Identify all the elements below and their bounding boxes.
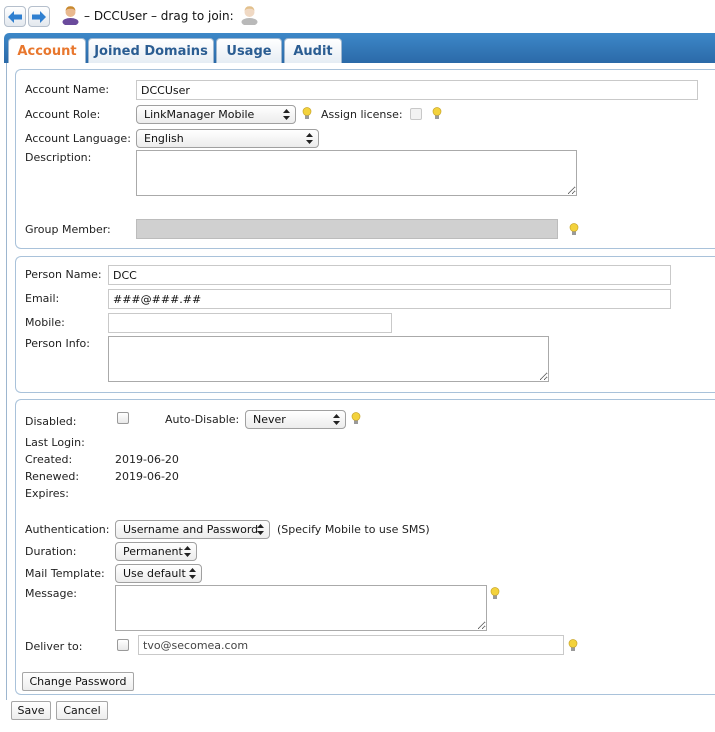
tab-strip: Account Joined Domains Usage Audit	[4, 33, 715, 64]
account-role-label: Account Role:	[25, 108, 101, 121]
account-form: Account Name: Account Role: LinkManager …	[6, 63, 715, 700]
duration-select[interactable]: Permanent	[115, 542, 197, 561]
deliver-to-input[interactable]	[138, 635, 564, 655]
assign-license-checkbox[interactable]	[410, 108, 422, 120]
created-label: Created:	[25, 453, 73, 466]
assign-license-label: Assign license:	[321, 108, 403, 121]
select-arrows-icon	[257, 524, 264, 535]
select-arrows-icon	[283, 109, 290, 120]
authentication-hint: (Specify Mobile to use SMS)	[277, 523, 430, 536]
select-arrows-icon	[333, 414, 340, 425]
email-input[interactable]	[108, 289, 671, 309]
mobile-label: Mobile:	[25, 316, 65, 329]
account-name-label: Account Name:	[25, 83, 110, 96]
disabled-checkbox[interactable]	[117, 412, 129, 424]
mail-template-value: Use default	[123, 567, 186, 580]
message-help-lightbulb-icon[interactable]	[490, 587, 500, 600]
window-title: – DCCUser – drag to join:	[84, 9, 234, 23]
group-member-field	[136, 219, 558, 239]
account-name-input[interactable]	[136, 80, 698, 100]
forward-arrow-icon	[32, 10, 46, 23]
renewed-value: 2019-06-20	[115, 470, 179, 483]
duration-label: Duration:	[25, 545, 77, 558]
tab-account[interactable]: Account	[8, 38, 86, 64]
change-password-button[interactable]: Change Password	[22, 672, 134, 691]
select-arrows-icon	[306, 133, 313, 144]
account-language-label: Account Language:	[25, 132, 131, 145]
role-help-lightbulb-icon[interactable]	[302, 107, 312, 120]
account-panel: Account Name: Account Role: LinkManager …	[15, 69, 715, 249]
person-name-input[interactable]	[108, 265, 671, 285]
tab-joined-domains[interactable]: Joined Domains	[88, 38, 214, 63]
select-arrows-icon	[184, 546, 191, 557]
top-bar: – DCCUser – drag to join:	[0, 0, 715, 34]
account-language-value: English	[144, 132, 184, 145]
account-language-select[interactable]: English	[136, 129, 319, 148]
description-textarea[interactable]	[136, 150, 577, 196]
last-login-label: Last Login:	[25, 436, 85, 449]
select-arrows-icon	[189, 568, 196, 579]
auto-disable-label: Auto-Disable:	[165, 413, 240, 426]
license-help-lightbulb-icon[interactable]	[432, 107, 442, 120]
mail-template-label: Mail Template:	[25, 567, 105, 580]
person-info-textarea[interactable]	[108, 336, 549, 382]
authentication-label: Authentication:	[25, 523, 110, 536]
save-button[interactable]: Save	[11, 701, 51, 720]
renewed-label: Renewed:	[25, 470, 80, 483]
group-help-lightbulb-icon[interactable]	[569, 223, 579, 236]
authentication-select[interactable]: Username and Password	[115, 520, 270, 539]
message-textarea[interactable]	[115, 585, 487, 631]
auto-disable-select[interactable]: Never	[245, 410, 346, 429]
tab-audit[interactable]: Audit	[284, 38, 342, 63]
auto-disable-help-lightbulb-icon[interactable]	[351, 412, 361, 425]
tab-usage[interactable]: Usage	[216, 38, 282, 63]
user-icon	[62, 6, 79, 25]
cancel-button[interactable]: Cancel	[56, 701, 108, 720]
account-role-select[interactable]: LinkManager Mobile	[136, 105, 296, 124]
person-name-label: Person Name:	[25, 268, 102, 281]
back-button[interactable]	[4, 6, 26, 27]
group-member-label: Group Member:	[25, 223, 111, 236]
message-label: Message:	[25, 587, 77, 600]
mail-template-select[interactable]: Use default	[115, 564, 202, 583]
person-info-label: Person Info:	[25, 337, 90, 350]
deliver-to-label: Deliver to:	[25, 640, 83, 653]
forward-button[interactable]	[28, 6, 50, 27]
deliver-to-checkbox[interactable]	[117, 639, 129, 651]
auto-disable-value: Never	[253, 413, 286, 426]
deliver-help-lightbulb-icon[interactable]	[568, 639, 578, 652]
expires-label: Expires:	[25, 487, 69, 500]
authentication-value: Username and Password	[123, 523, 259, 536]
duration-value: Permanent	[123, 545, 183, 558]
email-label: Email:	[25, 292, 60, 305]
back-arrow-icon	[8, 10, 22, 23]
mobile-input[interactable]	[108, 313, 392, 333]
created-value: 2019-06-20	[115, 453, 179, 466]
description-label: Description:	[25, 151, 92, 164]
drag-user-icon[interactable]	[241, 5, 258, 25]
account-role-value: LinkManager Mobile	[144, 108, 255, 121]
person-panel: Person Name: Email: Mobile: Person Info:	[15, 256, 715, 393]
status-panel: Disabled: Auto-Disable: Never Last Login…	[15, 399, 715, 695]
disabled-label: Disabled:	[25, 415, 77, 428]
